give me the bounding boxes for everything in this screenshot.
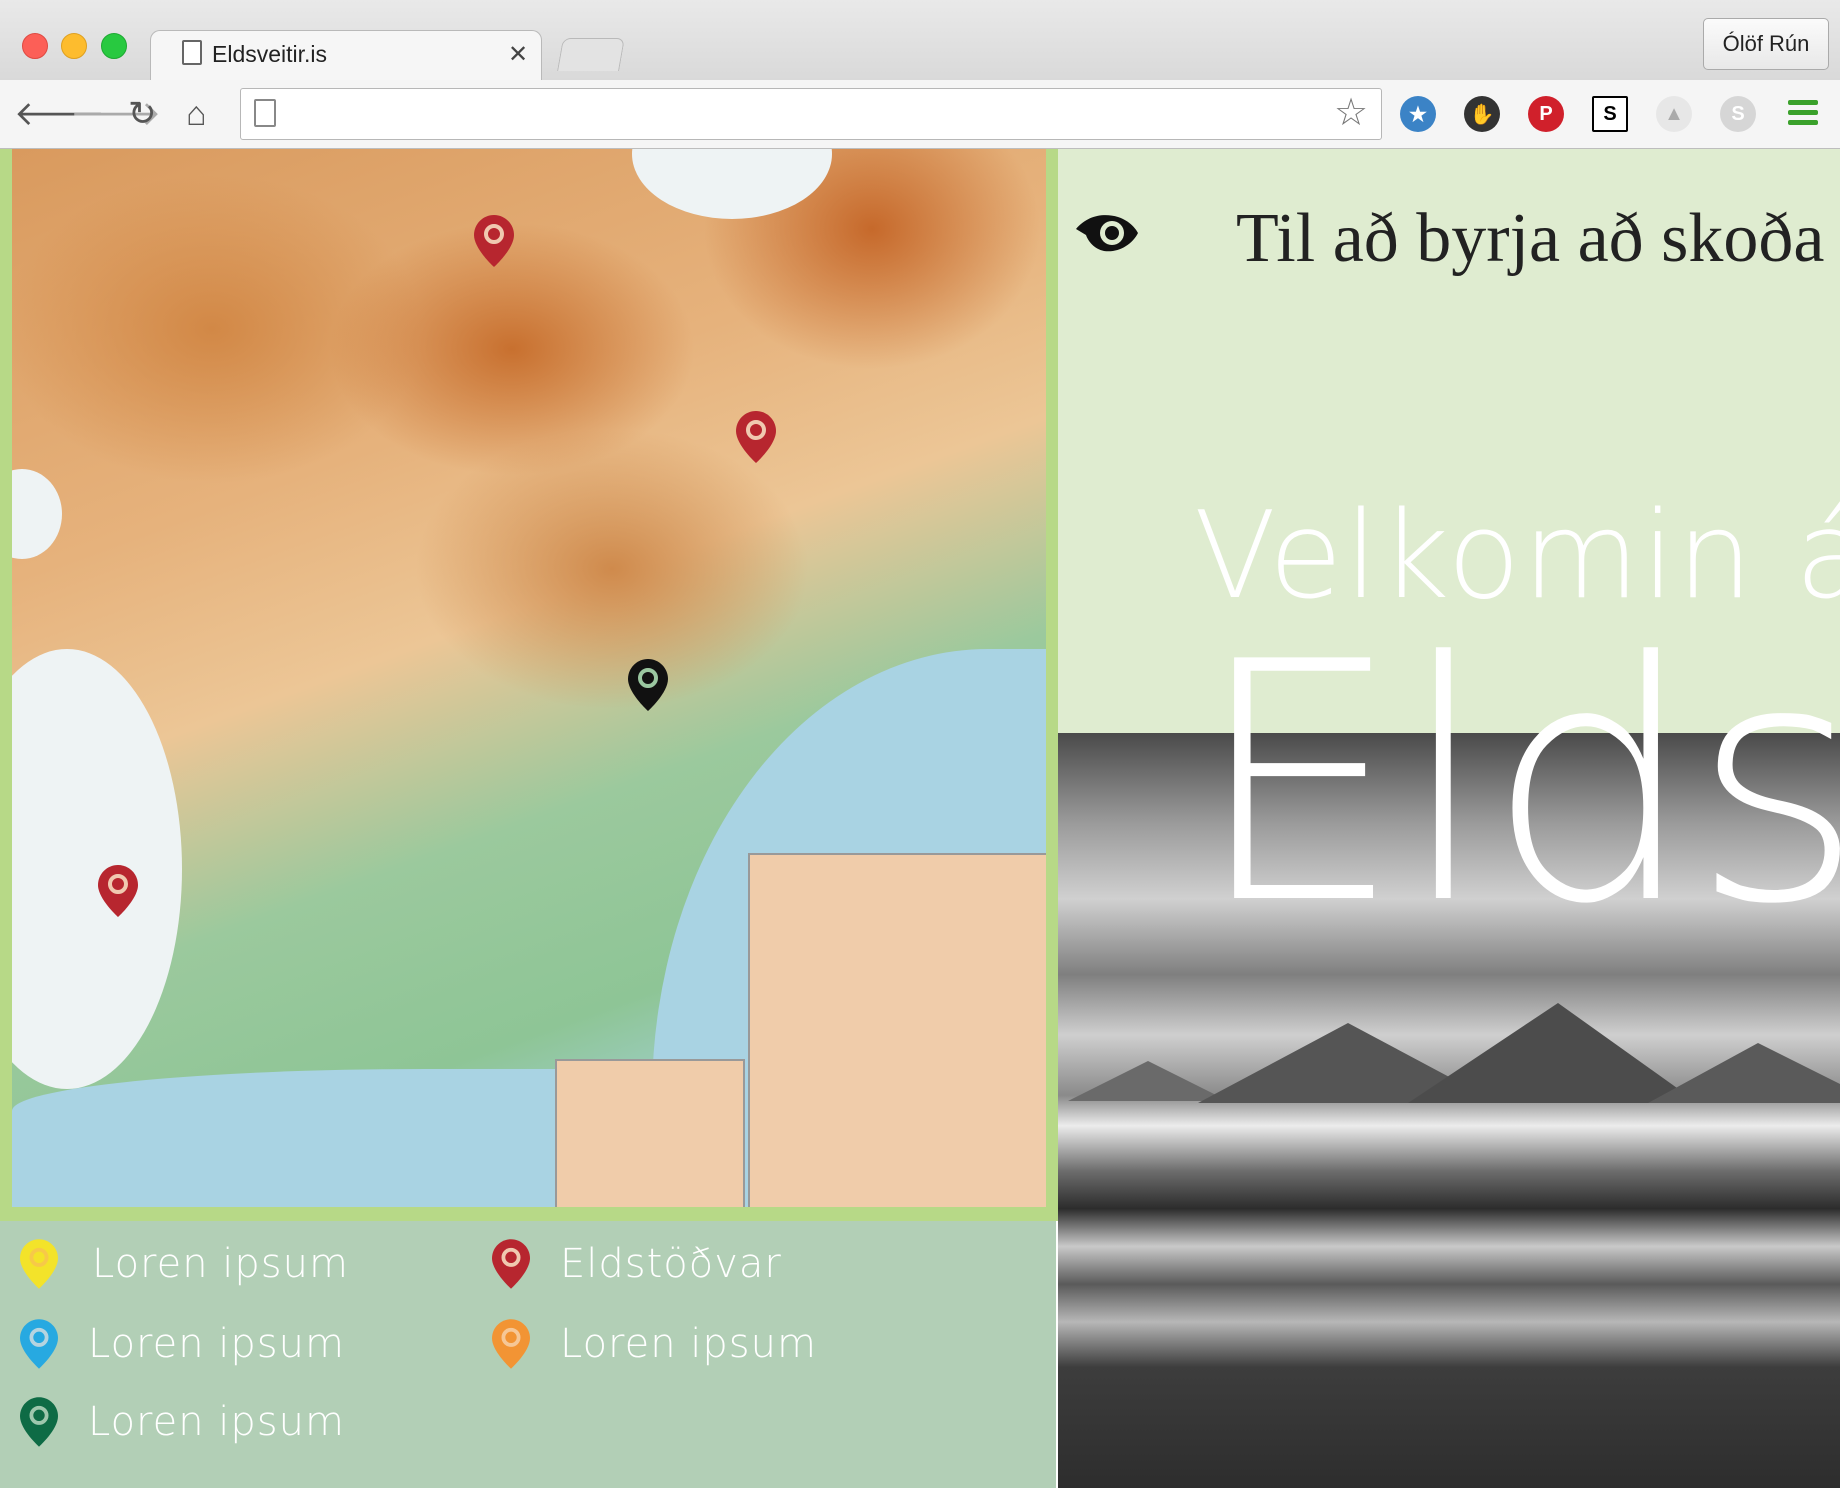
- bookmark-star-icon[interactable]: ☆: [1334, 90, 1368, 135]
- legend-item[interactable]: Loren ipsum: [20, 1397, 345, 1447]
- legend-label: Eldstöðvar: [560, 1241, 782, 1287]
- hero-panel: Til að byrja að skoða Velkomin á Eldsv: [1058, 149, 1840, 1488]
- minimize-window-button[interactable]: [61, 33, 87, 59]
- map-image[interactable]: [12, 149, 1046, 1207]
- pinterest-icon[interactable]: P: [1528, 96, 1564, 132]
- close-window-button[interactable]: [22, 33, 48, 59]
- maximize-window-button[interactable]: [101, 33, 127, 59]
- intro-text: Til að byrja að skoða: [1236, 200, 1825, 277]
- legend-label: Loren ipsum: [92, 1241, 349, 1287]
- volcano-pin-icon[interactable]: [98, 865, 138, 917]
- skype-icon[interactable]: S: [1720, 96, 1756, 132]
- inset-map-efri-vik: [555, 1059, 745, 1207]
- volcano-pin-icon[interactable]: [736, 411, 776, 463]
- mountain-shape: [1648, 1043, 1840, 1103]
- legend-label: Loren ipsum: [560, 1321, 817, 1367]
- ghost-icon[interactable]: ▲: [1656, 96, 1692, 132]
- map-legend: Loren ipsum Eldstöðvar Loren ipsum Loren…: [0, 1221, 1056, 1488]
- tab-title: Eldsveitir.is: [212, 41, 328, 67]
- eye-icon[interactable]: [1074, 209, 1140, 255]
- menu-icon[interactable]: [1788, 100, 1818, 130]
- orange-pin-icon: [492, 1319, 530, 1369]
- browser-tab[interactable]: [150, 30, 542, 81]
- legend-label: Loren ipsum: [88, 1399, 345, 1445]
- lake-shape: [12, 469, 62, 559]
- map-frame: [0, 149, 1058, 1221]
- red-pin-icon: [492, 1239, 530, 1289]
- address-bar[interactable]: [240, 88, 1382, 140]
- glacier-shape: [632, 149, 832, 219]
- reload-icon[interactable]: ↻: [128, 94, 157, 134]
- inset-map-kirkjubaejarklaustur: [748, 853, 1046, 1207]
- star-badge-icon[interactable]: ★: [1400, 96, 1436, 132]
- page-info-icon[interactable]: [254, 99, 276, 127]
- glacier-shape: [12, 649, 182, 1089]
- yellow-pin-icon: [20, 1239, 58, 1289]
- s-box-icon[interactable]: S: [1592, 96, 1628, 132]
- location-pin-icon[interactable]: [628, 659, 668, 711]
- legend-item[interactable]: Eldstöðvar: [492, 1239, 782, 1289]
- profile-button[interactable]: Ólöf Rún: [1703, 18, 1829, 70]
- page-icon: [182, 40, 202, 65]
- legend-label: Loren ipsum: [88, 1321, 345, 1367]
- home-icon[interactable]: ⌂: [186, 94, 207, 134]
- hand-icon[interactable]: ✋: [1464, 96, 1500, 132]
- new-tab-button[interactable]: [557, 38, 625, 71]
- blue-pin-icon: [20, 1319, 58, 1369]
- site-title: Eldsv: [1194, 592, 1840, 976]
- legend-item[interactable]: Loren ipsum: [492, 1319, 817, 1369]
- close-tab-icon[interactable]: ✕: [508, 40, 528, 69]
- volcano-pin-icon[interactable]: [474, 215, 514, 267]
- dark-green-pin-icon: [20, 1397, 58, 1447]
- legend-item[interactable]: Loren ipsum: [20, 1319, 345, 1369]
- legend-item[interactable]: Loren ipsum: [20, 1239, 349, 1289]
